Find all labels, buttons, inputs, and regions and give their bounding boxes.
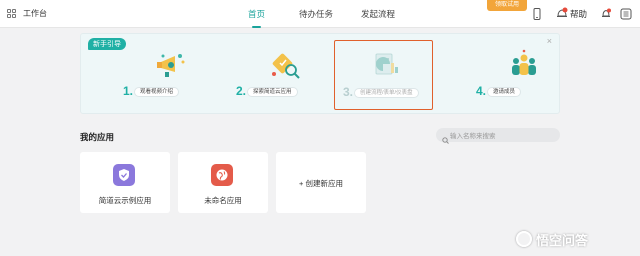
guide-step-explore-apps[interactable]: 2. 探索简道云应用 xyxy=(236,34,326,114)
watermark: 悟空问答 xyxy=(516,228,640,250)
shield-check-icon xyxy=(113,164,135,186)
notification-icon[interactable] xyxy=(601,7,611,25)
app-title: 工作台 xyxy=(23,9,47,18)
step-number: 3. xyxy=(343,85,354,99)
step-label: 创建流程/表单/仪表盘 xyxy=(354,88,419,98)
my-apps-title: 我的应用 xyxy=(80,132,115,142)
step-label: 探索简道云应用 xyxy=(247,87,298,97)
help-link[interactable]: 帮助 xyxy=(570,8,587,20)
search-placeholder: 输入名称来搜索 xyxy=(450,133,496,140)
phone-icon[interactable] xyxy=(533,7,541,25)
wukong-logo-icon xyxy=(516,231,532,247)
tab-home[interactable]: 首页 xyxy=(248,0,265,28)
tab-initiate-process[interactable]: 发起流程 xyxy=(361,0,395,28)
step-number: 1. xyxy=(123,84,134,98)
video-megaphone-icon xyxy=(153,48,189,82)
step-number: 4. xyxy=(476,84,487,98)
app-card-unnamed[interactable]: 未命名应用 xyxy=(178,152,268,213)
step-number: 2. xyxy=(236,84,247,98)
guide-step-create-flow[interactable]: 3. 创建流程/表单/仪表盘 xyxy=(334,40,433,110)
app-name: 简道云示例应用 xyxy=(98,196,152,205)
create-app-button[interactable]: + 创建新应用 xyxy=(276,152,366,213)
step-label: 观看视频介绍 xyxy=(134,87,180,97)
top-bar: 工作台 首页 待办任务 发起流程 领取试用 帮助 xyxy=(0,0,640,28)
user-menu-icon[interactable] xyxy=(620,7,632,25)
guide-step-watch-video[interactable]: 1. 观看视频介绍 xyxy=(123,34,213,114)
guide-step-invite-members[interactable]: 4. 邀请成员 xyxy=(476,34,566,114)
create-dashboard-icon xyxy=(367,49,403,83)
globe-icon xyxy=(211,164,233,186)
bell-icon[interactable] xyxy=(556,7,568,25)
step-label: 邀请成员 xyxy=(487,87,522,97)
watermark-text: 悟空问答 xyxy=(536,232,589,248)
beginner-guide-panel: 新手引导 × 1. 观看视频介绍 2. 探索简道云应用 3. 创建流程/表单/仪… xyxy=(80,33,560,114)
explore-magnifier-icon xyxy=(266,48,302,82)
app-grid-icon[interactable] xyxy=(7,9,16,18)
create-app-label: + 创建新应用 xyxy=(299,179,343,188)
app-name: 未命名应用 xyxy=(204,196,242,205)
trial-badge[interactable]: 领取试用 xyxy=(487,0,527,11)
search-icon xyxy=(442,131,449,149)
app-search-input[interactable]: 输入名称来搜索 xyxy=(436,128,560,144)
invite-members-icon xyxy=(506,48,542,82)
tab-todo-tasks[interactable]: 待办任务 xyxy=(299,0,333,28)
guide-tag: 新手引导 xyxy=(88,38,126,50)
app-card-demo[interactable]: 简道云示例应用 xyxy=(80,152,170,213)
